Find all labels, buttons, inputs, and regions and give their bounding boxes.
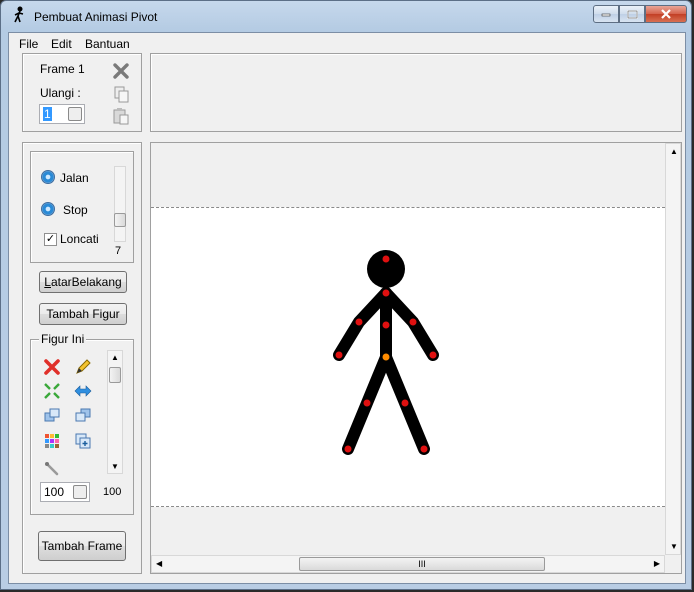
client-area: File Edit Bantuan Frame 1 Ulangi : 1 Jal… bbox=[8, 32, 686, 584]
window-title: Pembuat Animasi Pivot bbox=[34, 10, 158, 24]
stage[interactable] bbox=[151, 207, 665, 507]
joint-chest bbox=[382, 321, 390, 329]
joint-right-foot bbox=[420, 445, 428, 453]
figure-group: Figur Ini ▲ ▼ 100 100 bbox=[30, 332, 134, 515]
pencil-icon[interactable] bbox=[74, 358, 92, 376]
spinner-arrows-icon[interactable] bbox=[73, 485, 87, 499]
speed-value: 7 bbox=[115, 245, 122, 257]
scroll-right-icon[interactable]: ▶ bbox=[654, 559, 660, 568]
joint-right-knee bbox=[401, 399, 409, 407]
delete-frame-icon[interactable] bbox=[112, 62, 130, 80]
repeat-value[interactable]: 1 bbox=[43, 107, 52, 121]
minimize-button[interactable] bbox=[593, 5, 619, 23]
shrink-icon[interactable] bbox=[43, 382, 61, 400]
scroll-down-icon[interactable]: ▼ bbox=[111, 462, 119, 471]
scroll-left-icon[interactable]: ◀ bbox=[156, 559, 162, 568]
add-frame-button[interactable]: Tambah Frame bbox=[38, 531, 126, 561]
stickman-figure[interactable] bbox=[151, 207, 665, 507]
joint-head bbox=[382, 255, 390, 263]
loop-checkbox[interactable]: ✓ bbox=[44, 233, 57, 246]
color-palette-icon[interactable] bbox=[43, 432, 61, 450]
flip-icon[interactable] bbox=[74, 382, 92, 400]
figure-scroll-thumb[interactable] bbox=[109, 367, 121, 383]
canvas-hscroll[interactable]: ◀ III ▶ bbox=[151, 555, 665, 573]
canvas-hscroll-thumb[interactable]: III bbox=[299, 557, 545, 571]
stop-icon[interactable] bbox=[41, 202, 55, 216]
menu-file[interactable]: File bbox=[19, 37, 38, 51]
minimize-icon bbox=[601, 13, 611, 17]
scroll-up-icon[interactable]: ▲ bbox=[670, 147, 678, 156]
play-label[interactable]: Jalan bbox=[60, 171, 89, 185]
play-icon[interactable] bbox=[41, 170, 55, 184]
playback-group: Jalan Stop ✓ Loncati 7 bbox=[30, 151, 134, 263]
repeat-spinner[interactable]: 1 bbox=[39, 104, 85, 124]
joint-left-hand bbox=[335, 351, 343, 359]
stickman-app-icon bbox=[14, 6, 24, 23]
figure-group-title: Figur Ini bbox=[39, 332, 87, 346]
repeat-label: Ulangi : bbox=[40, 86, 81, 100]
joint-left-elbow bbox=[355, 318, 363, 326]
scale-spinner[interactable]: 100 bbox=[40, 482, 90, 502]
joint-right-elbow bbox=[409, 318, 417, 326]
speed-slider[interactable] bbox=[114, 166, 126, 242]
title-bar: Pembuat Animasi Pivot bbox=[1, 1, 691, 31]
joint-neck bbox=[382, 289, 390, 297]
frame-panel: Frame 1 Ulangi : 1 bbox=[22, 53, 142, 132]
scroll-up-icon[interactable]: ▲ bbox=[111, 353, 119, 362]
joint-left-foot bbox=[344, 445, 352, 453]
speed-slider-thumb[interactable] bbox=[114, 213, 126, 227]
scale-value[interactable]: 100 bbox=[44, 485, 64, 499]
joint-right-hand bbox=[429, 351, 437, 359]
add-figure-button[interactable]: Tambah Figur bbox=[39, 303, 127, 325]
scale-readout: 100 bbox=[103, 486, 122, 498]
timeline-panel bbox=[150, 53, 682, 132]
maximize-icon bbox=[626, 9, 638, 19]
maximize-button[interactable] bbox=[619, 5, 645, 23]
close-icon bbox=[661, 9, 671, 19]
canvas-area: ▲ ▼ ◀ III ▶ bbox=[150, 142, 682, 574]
send-backward-icon[interactable] bbox=[74, 406, 92, 424]
bring-forward-icon[interactable] bbox=[43, 406, 61, 424]
control-panel: Jalan Stop ✓ Loncati 7 LatarBelakang Tam… bbox=[22, 142, 142, 574]
join-segment-icon[interactable] bbox=[43, 460, 61, 478]
joint-hip-handle bbox=[382, 353, 390, 361]
copy-frame-icon[interactable] bbox=[112, 85, 130, 103]
close-window-button[interactable] bbox=[645, 5, 687, 23]
delete-figure-icon[interactable] bbox=[43, 358, 61, 376]
menu-bar: File Edit Bantuan bbox=[9, 33, 685, 53]
menu-bantuan[interactable]: Bantuan bbox=[85, 37, 130, 51]
stop-label[interactable]: Stop bbox=[63, 203, 88, 217]
canvas-vscroll[interactable]: ▲ ▼ bbox=[665, 143, 681, 555]
joint-left-knee bbox=[363, 399, 371, 407]
loop-label[interactable]: Loncati bbox=[60, 232, 99, 246]
frame-label: Frame 1 bbox=[40, 62, 85, 76]
background-button[interactable]: LatarBelakang bbox=[39, 271, 127, 293]
main-window: Pembuat Animasi Pivot File Edit Bantuan … bbox=[0, 0, 692, 590]
spinner-arrows-icon[interactable] bbox=[68, 107, 82, 121]
menu-edit[interactable]: Edit bbox=[51, 37, 72, 51]
duplicate-figure-icon[interactable] bbox=[74, 432, 92, 450]
figure-scrollbar[interactable]: ▲ ▼ bbox=[107, 350, 123, 474]
paste-frame-icon[interactable] bbox=[112, 107, 130, 125]
scroll-down-icon[interactable]: ▼ bbox=[670, 542, 678, 551]
